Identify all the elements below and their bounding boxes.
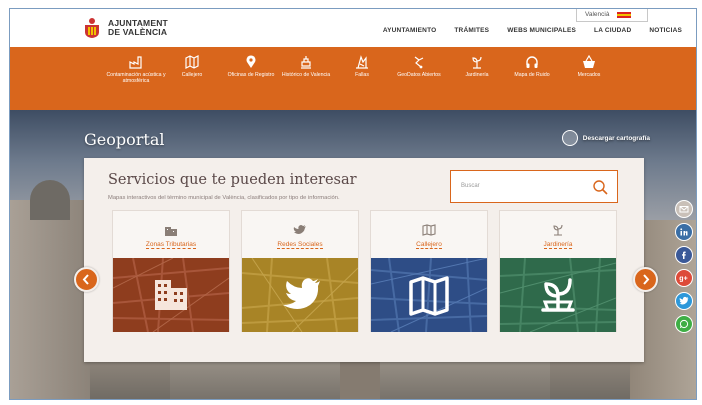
carousel-next-button[interactable]	[633, 267, 658, 292]
language-label: Valencià	[585, 11, 610, 18]
nav-noticias[interactable]: NOTICIAS	[649, 27, 682, 34]
flag-icon	[617, 11, 632, 18]
category-oficinas[interactable]: Oficinas de Registro	[221, 55, 281, 79]
linkedin-share-button[interactable]	[675, 223, 693, 241]
map-icon	[422, 224, 436, 236]
fallas-icon	[356, 55, 368, 69]
page-title: Geoportal	[84, 130, 165, 149]
twitter-share-button[interactable]	[675, 292, 693, 310]
category-jardineria[interactable]: Jardinería	[447, 55, 507, 79]
download-cartography-link[interactable]: Descargar cartografía	[561, 130, 650, 146]
hero-section: Geoportal Descargar cartografía Servicio…	[10, 110, 696, 399]
panel-subtitle: Mapas interactivos del término municipal…	[108, 195, 340, 201]
globe-icon	[561, 130, 578, 146]
headphones-icon	[526, 56, 538, 68]
monument-icon	[301, 56, 311, 69]
category-label: Oficinas de Registro	[227, 72, 275, 78]
category-label: Fallas	[355, 72, 369, 78]
plant-icon	[553, 224, 563, 236]
twitter-icon	[679, 296, 689, 305]
browser-frame: AJUNTAMENT DE VALÈNCIA Valencià AYUNTAMI…	[9, 8, 697, 400]
googleplus-icon: g+	[679, 276, 687, 283]
svg-text:g+: g+	[679, 276, 687, 283]
carousel-prev-button[interactable]	[74, 267, 99, 292]
pin-icon	[246, 55, 256, 68]
category-mapa-ruido[interactable]: Mapa de Ruido	[502, 55, 562, 79]
service-card-callejero[interactable]: Callejero	[370, 210, 488, 332]
background-dome	[30, 180, 70, 220]
facebook-share-button[interactable]	[675, 246, 693, 264]
card-label[interactable]: Zonas Tributarias	[145, 241, 197, 249]
category-label: Histórico de Valencia	[281, 72, 331, 78]
category-label: Mapa de Ruido	[514, 72, 550, 78]
category-label: Contaminación acústica y atmosférica	[106, 72, 166, 84]
background-building	[10, 200, 90, 399]
category-label: Mercados	[577, 72, 601, 78]
category-label: Callejero	[181, 72, 203, 78]
card-label[interactable]: Jardinería	[543, 241, 573, 249]
category-contaminacion[interactable]: Contaminación acústica y atmosférica	[106, 55, 166, 84]
category-label: GeoDatos Abiertos	[397, 72, 441, 78]
plant-icon	[472, 56, 482, 69]
download-label: Descargar cartografía	[582, 134, 650, 142]
category-historico[interactable]: Histórico de Valencia	[276, 55, 336, 79]
search-icon[interactable]	[592, 179, 608, 195]
search-placeholder: Buscar	[461, 183, 480, 189]
linkedin-icon	[680, 228, 688, 236]
language-selector[interactable]: Valencià	[576, 9, 648, 22]
logo-text: AJUNTAMENT DE VALÈNCIA	[108, 19, 168, 37]
search-input[interactable]: Buscar	[450, 170, 618, 203]
email-icon	[679, 206, 689, 213]
card-image	[371, 258, 487, 332]
nav-tramites[interactable]: TRÁMITES	[454, 27, 489, 34]
nav-ayuntamiento[interactable]: AYUNTAMIENTO	[383, 27, 437, 34]
top-navigation: AYUNTAMIENTO TRÁMITES WEBS MUNICIPALES L…	[383, 27, 682, 34]
services-panel: Servicios que te pueden interesar Mapas …	[84, 158, 644, 362]
category-mercados[interactable]: Mercados	[559, 55, 619, 79]
category-bar: Contaminación acústica y atmosférica Cal…	[10, 47, 696, 110]
map-icon	[185, 55, 199, 69]
card-label[interactable]: Callejero	[416, 241, 442, 249]
ajuntament-logo[interactable]: AJUNTAMENT DE VALÈNCIA	[82, 17, 168, 39]
whatsapp-share-button[interactable]	[675, 315, 693, 333]
category-label: Jardinería	[465, 72, 489, 78]
card-image	[242, 258, 358, 332]
panel-title: Servicios que te pueden interesar	[108, 172, 357, 188]
card-image	[113, 258, 229, 332]
site-header: AJUNTAMENT DE VALÈNCIA Valencià AYUNTAMI…	[10, 9, 696, 47]
category-geodatos[interactable]: GeoDatos Abiertos	[389, 55, 449, 79]
service-card-zonas-tributarias[interactable]: Zonas Tributarias	[112, 210, 230, 332]
crest-icon	[82, 17, 102, 39]
card-label[interactable]: Redes Sociales	[277, 241, 323, 249]
factory-icon	[129, 56, 142, 69]
service-card-jardineria[interactable]: Jardinería	[499, 210, 617, 332]
facebook-icon	[682, 251, 686, 259]
email-share-button[interactable]	[675, 200, 693, 218]
nav-webs-municipales[interactable]: WEBS MUNICIPALES	[507, 27, 576, 34]
logo-line-2: DE VALÈNCIA	[108, 27, 168, 37]
geodata-icon	[414, 56, 424, 69]
twitter-icon	[293, 225, 306, 234]
card-image	[500, 258, 616, 332]
chevron-left-icon	[82, 274, 89, 285]
buildings-icon	[165, 227, 177, 236]
chevron-right-icon	[643, 274, 650, 285]
whatsapp-icon	[679, 319, 689, 329]
nav-la-ciudad[interactable]: LA CIUDAD	[594, 27, 631, 34]
basket-icon	[583, 55, 595, 68]
service-card-redes-sociales[interactable]: Redes Sociales	[241, 210, 359, 332]
googleplus-share-button[interactable]: g+	[675, 269, 693, 287]
category-fallas[interactable]: Fallas	[332, 55, 392, 79]
category-callejero[interactable]: Callejero	[162, 55, 222, 79]
